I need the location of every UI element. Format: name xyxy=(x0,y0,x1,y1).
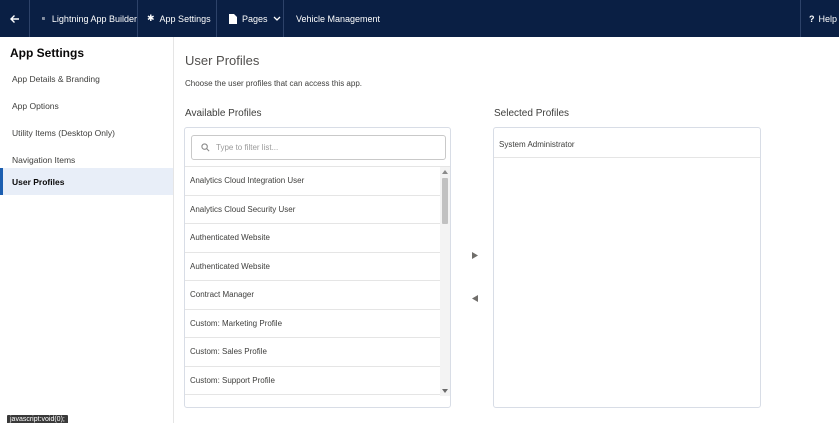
move-to-available-button[interactable] xyxy=(466,289,484,307)
sidebar-item-label: App Options xyxy=(12,100,59,111)
app-settings-label: App Settings xyxy=(159,13,211,24)
list-item-label: Custom: Support Profile xyxy=(190,375,275,385)
triangle-left-icon xyxy=(472,294,478,302)
list-item-label: Contract Manager xyxy=(190,290,255,300)
page-icon xyxy=(229,13,237,24)
sidebar-item-label: Navigation Items xyxy=(12,154,76,165)
list-item-label: Analytics Cloud Integration User xyxy=(190,176,305,186)
scroll-up-arrow-icon[interactable] xyxy=(442,169,448,175)
settings-sidebar: App Settings App Details & Branding App … xyxy=(0,37,174,423)
available-profiles-label: Available Profiles xyxy=(185,108,262,119)
scroll-down-arrow-icon[interactable] xyxy=(442,388,448,394)
filter-field xyxy=(191,135,446,160)
gear-icon: ✱ xyxy=(147,13,155,23)
available-profiles-list: Analytics Cloud Integration User Analyti… xyxy=(185,166,450,395)
sidebar-item-user-profiles[interactable]: User Profiles xyxy=(0,168,173,195)
page-description: Choose the user profiles that can access… xyxy=(185,79,362,88)
chevron-down-icon xyxy=(273,16,280,21)
back-button[interactable] xyxy=(0,0,30,37)
arrow-left-icon xyxy=(9,14,19,23)
list-item-label: Authenticated Website xyxy=(190,233,270,243)
header-spacer xyxy=(380,0,801,37)
available-profiles-listbox: Analytics Cloud Integration User Analyti… xyxy=(184,127,451,408)
list-item-label: System Administrator xyxy=(499,139,575,149)
help-button[interactable]: ? Help xyxy=(801,0,839,37)
sidebar-item-label: App Details & Branding xyxy=(12,73,100,84)
app-builder-icon xyxy=(42,17,45,20)
status-bar-tooltip: javascript:void(0); xyxy=(7,415,68,423)
selected-profiles-label: Selected Profiles xyxy=(494,108,570,119)
scroll-thumb[interactable] xyxy=(442,178,448,224)
app-name-label: Vehicle Management xyxy=(296,13,381,24)
sidebar-item-label: Utility Items (Desktop Only) xyxy=(12,127,115,138)
list-item-label: Custom: Sales Profile xyxy=(190,347,267,357)
sidebar-item-utility-items[interactable]: Utility Items (Desktop Only) xyxy=(0,119,173,146)
pages-label: Pages xyxy=(242,13,268,24)
list-scrollbar[interactable] xyxy=(440,167,450,396)
help-label: Help xyxy=(818,13,838,24)
filter-input[interactable] xyxy=(216,143,436,152)
page-title: User Profiles xyxy=(185,53,260,68)
app-settings-tab[interactable]: ✱ App Settings xyxy=(138,0,217,37)
list-item[interactable]: Authenticated Website xyxy=(185,224,440,253)
list-item[interactable]: Custom: Support Profile xyxy=(185,367,440,395)
list-item[interactable]: Custom: Marketing Profile xyxy=(185,310,440,338)
list-item[interactable]: Contract Manager xyxy=(185,281,440,310)
sidebar-item-label: User Profiles xyxy=(12,176,65,187)
builder-label: Lightning App Builder xyxy=(51,13,137,24)
help-icon: ? xyxy=(809,13,815,24)
list-item-label: Analytics Cloud Security User xyxy=(190,204,296,214)
list-item[interactable]: Custom: Sales Profile xyxy=(185,338,440,367)
list-item[interactable]: Analytics Cloud Security User xyxy=(185,196,440,224)
list-item-label: Custom: Marketing Profile xyxy=(190,318,283,328)
app-builder-header: Lightning App Builder ✱ App Settings Pag… xyxy=(0,0,839,37)
pages-dropdown[interactable]: Pages xyxy=(217,0,284,37)
triangle-right-icon xyxy=(472,251,478,259)
selected-profiles-listbox: System Administrator xyxy=(493,127,761,408)
lightning-app-builder-title: Lightning App Builder xyxy=(30,0,138,37)
move-to-selected-button[interactable] xyxy=(466,246,484,264)
list-item-label: Authenticated Website xyxy=(190,261,270,271)
list-item[interactable]: Authenticated Website xyxy=(185,253,440,281)
sidebar-title: App Settings xyxy=(10,46,84,60)
app-name: Vehicle Management xyxy=(284,0,380,37)
list-item[interactable]: Analytics Cloud Integration User xyxy=(185,167,440,196)
list-item[interactable]: System Administrator xyxy=(494,131,760,158)
sidebar-item-app-options[interactable]: App Options xyxy=(0,92,173,119)
sidebar-item-app-details-branding[interactable]: App Details & Branding xyxy=(0,65,173,92)
search-icon xyxy=(201,143,210,152)
